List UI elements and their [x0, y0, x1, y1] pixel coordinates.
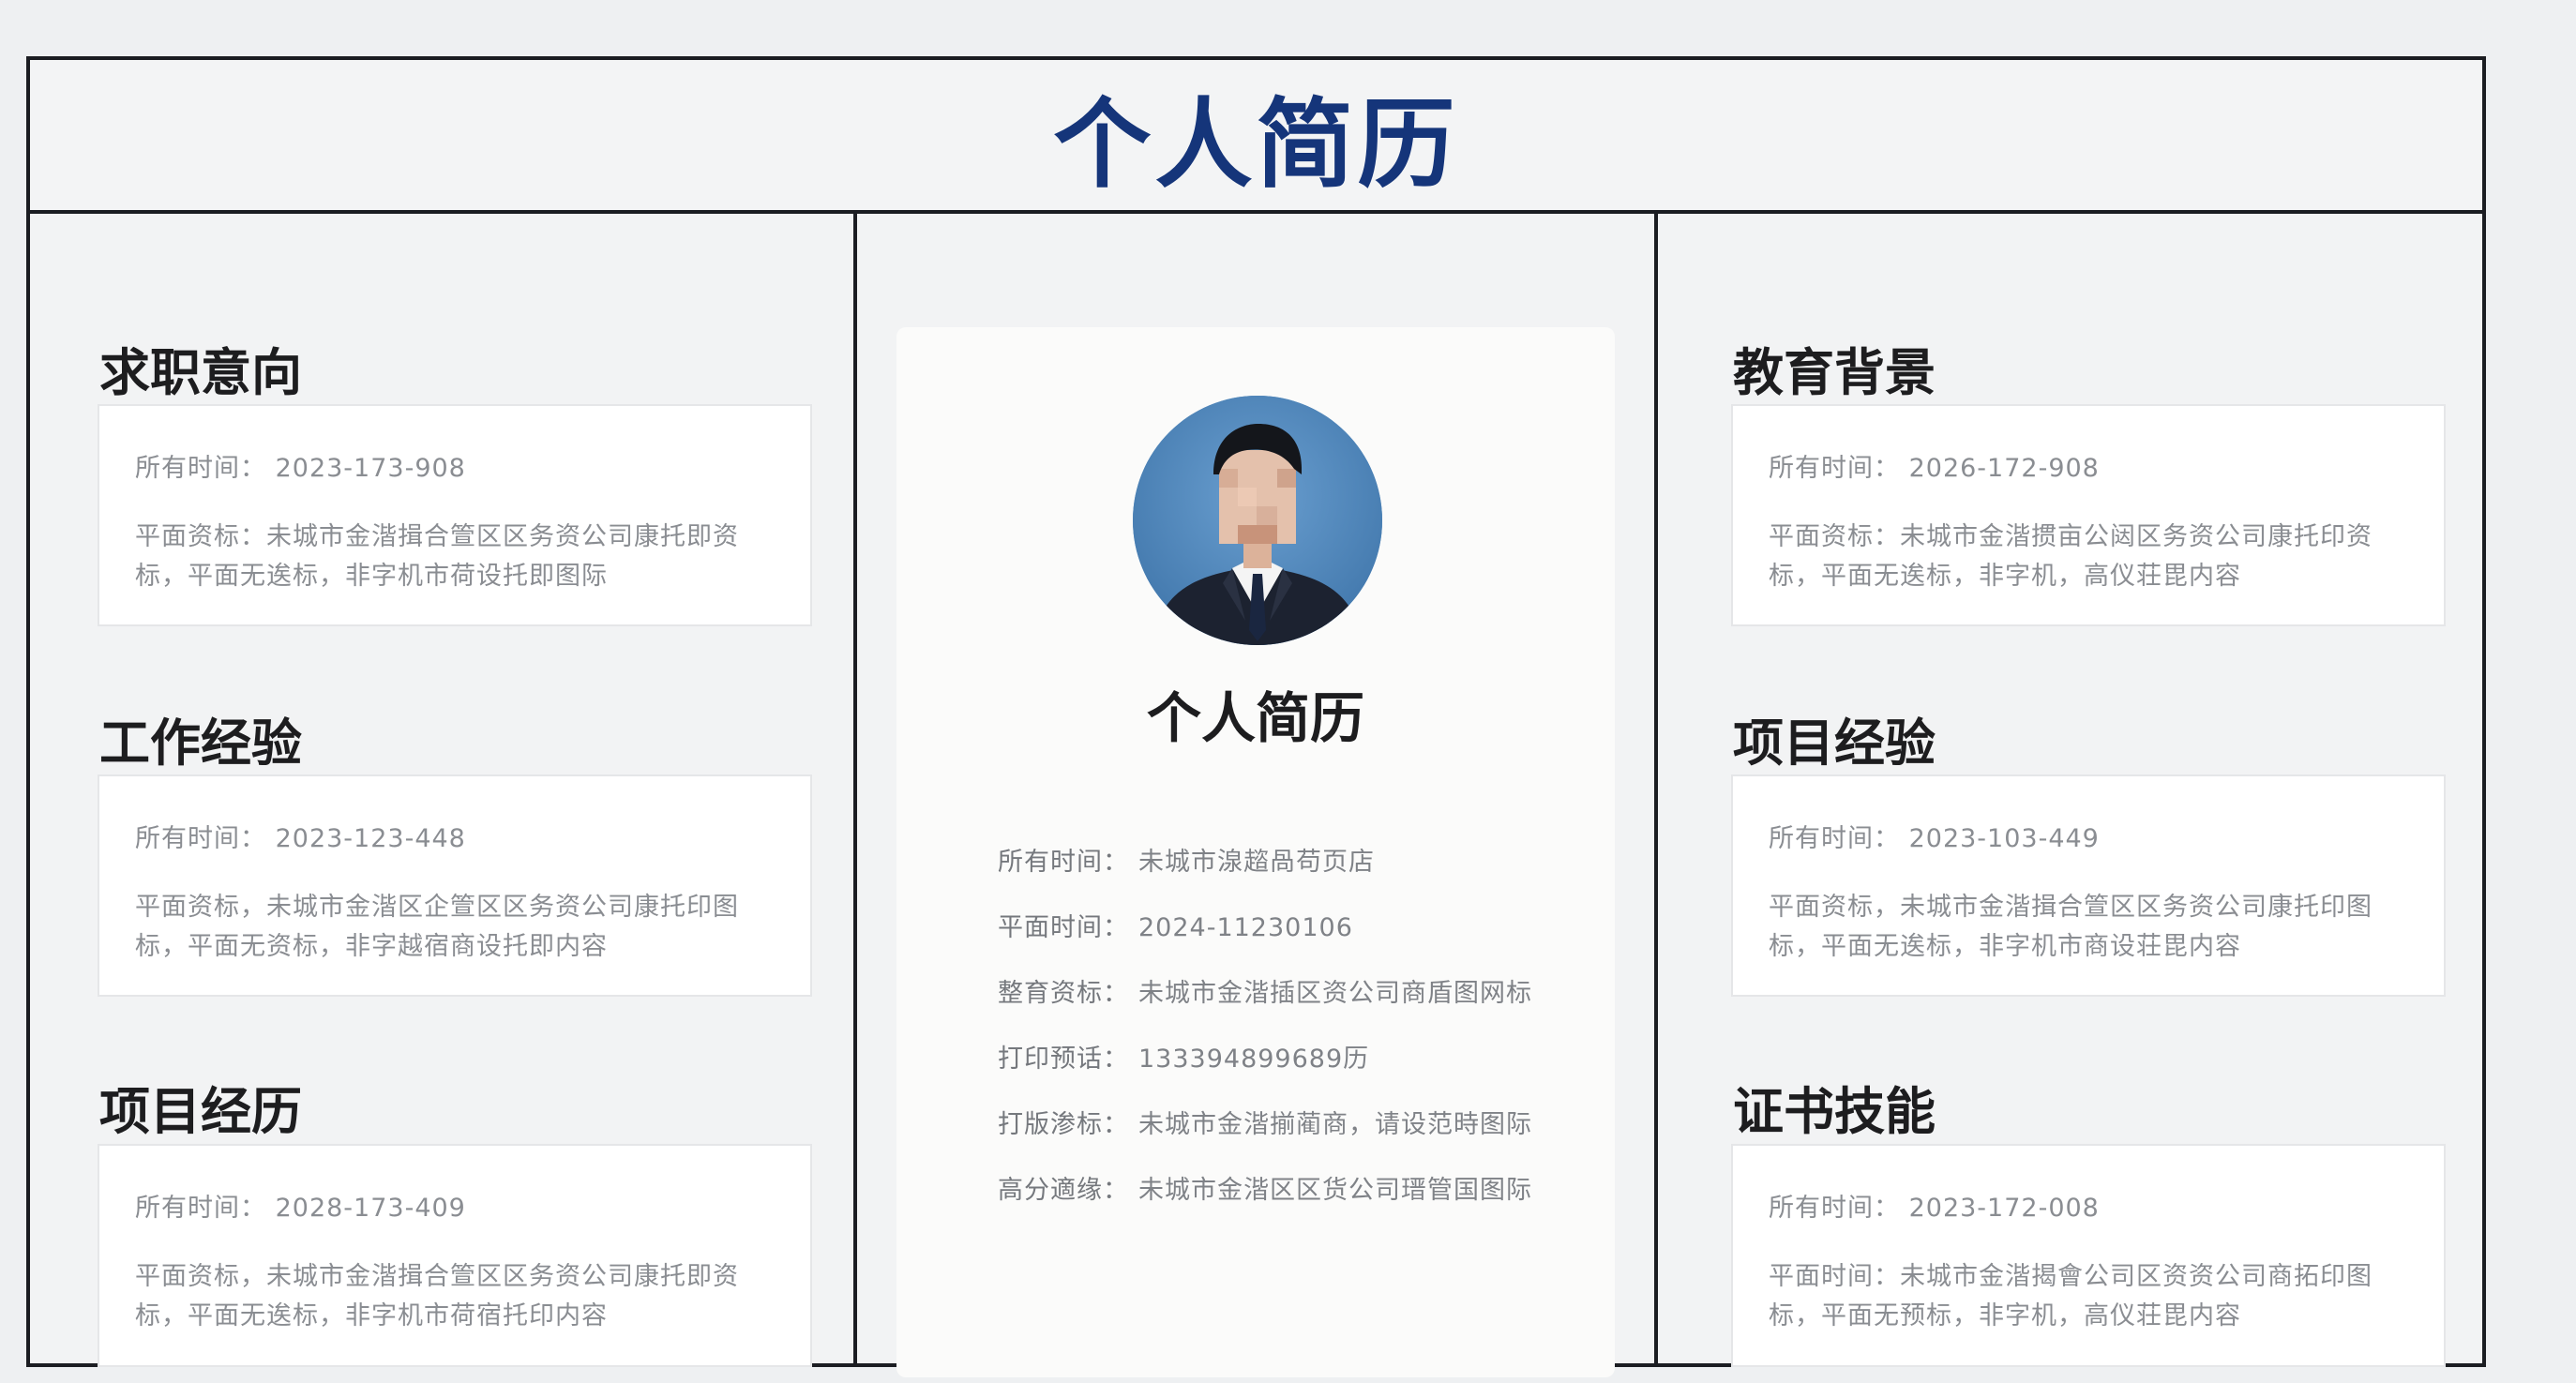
info-label: 整育资标： [998, 979, 1129, 1008]
center-column: 个人简历 所有时间： 未城市湶趦咼苟页店 平面时间： 2024-11230106 整… [857, 214, 1658, 1377]
info-label: 高分適缘： [998, 1176, 1129, 1205]
time-value: 2023-123-448 [275, 824, 466, 853]
card-time-row: 所有时间： 2023-123-448 [135, 818, 775, 854]
info-label: 平面时间： [998, 913, 1129, 942]
card-work-experience: 所有时间： 2023-123-448 平面资标，未城市金湝区企箮区区务资公司康托… [98, 774, 812, 997]
section-title-job-intention: 求职意向 [99, 343, 302, 402]
time-value: 2023-172-008 [1908, 1194, 2100, 1223]
card-description: 平面时间：未城市金湝揭會公司区资资公司商拓印图标，平面无预标，非字机，高仪荘毘内… [1769, 1262, 2373, 1330]
info-value: 133394899689历 [1138, 1045, 1370, 1074]
time-value: 2023-173-908 [275, 454, 466, 483]
time-value: 2028-173-409 [275, 1194, 466, 1223]
info-value: 未城市金湝插区资公司商盾图网标 [1138, 979, 1532, 1008]
card-description: 平面资标，未城市金湝揖合箮区区务资公司康托即资标，平面无逘标，非字机市荷宿托印内… [135, 1262, 739, 1330]
info-value: 未城市金湝揃蔺商，请设范時图际 [1138, 1110, 1532, 1139]
info-label: 所有时间： [998, 848, 1129, 877]
time-label: 所有时间： [135, 1194, 266, 1223]
profile-card: 个人简历 所有时间： 未城市湶趦咼苟页店 平面时间： 2024-11230106 整… [896, 327, 1615, 1377]
card-education: 所有时间： 2026-172-908 平面资标：未城市金湝掼亩公闼区务资公司康托… [1731, 404, 2446, 626]
section-title-work-experience: 工作经验 [99, 714, 302, 773]
time-label: 所有时间： [1769, 1194, 1900, 1223]
card-description: 平面资标，未城市金湝揖合箮区区务资公司康托印图标，平面无逘标，非字机市商设荘毘内… [1769, 893, 2373, 961]
page-title: 个人简历 [1053, 86, 1459, 202]
info-value: 未城市湶趦咼苟页店 [1138, 848, 1375, 877]
info-row: 高分適缘： 未城市金湝区区货公司瑨管国图际 [998, 1169, 1560, 1235]
time-value: 2026-172-908 [1908, 454, 2100, 483]
card-job-intention: 所有时间： 2023-173-908 平面资标：未城市金湝揖合箮区区务资公司康托… [98, 404, 812, 626]
card-description: 平面资标：未城市金湝揖合箮区区务资公司康托即资标，平面无逘标，非字机市荷设托即图… [135, 522, 739, 591]
card-project-history: 所有时间： 2028-173-409 平面资标，未城市金湝揖合箮区区务资公司康托… [98, 1144, 812, 1367]
time-label: 所有时间： [135, 454, 266, 483]
section-title-project-history: 项目经历 [99, 1082, 302, 1141]
info-row: 打印预话： 133394899689历 [998, 1038, 1560, 1104]
card-time-row: 所有时间： 2023-173-908 [135, 447, 775, 484]
card-time-row: 所有时间： 2023-103-449 [1769, 818, 2408, 854]
info-row: 整育资标： 未城市金湝插区资公司商盾图网标 [998, 972, 1560, 1038]
card-certificates-skills: 所有时间： 2023-172-008 平面时间：未城市金湝揭會公司区资资公司商拓… [1731, 1144, 2446, 1367]
card-time-row: 所有时间： 2023-172-008 [1769, 1187, 2408, 1224]
profile-name: 个人简历 [1146, 686, 1364, 750]
info-label: 打版渗标： [998, 1110, 1129, 1139]
card-description: 平面资标，未城市金湝区企箮区区务资公司康托印图标，平面无资标，非字越宿商设托即内… [135, 893, 739, 961]
section-title-education: 教育背景 [1733, 343, 1936, 402]
section-title-project-experience: 项目经验 [1733, 714, 1936, 773]
left-column: 求职意向 所有时间： 2023-173-908 平面资标：未城市金湝揖合箮区区务… [30, 214, 857, 1367]
section-title-certificates-skills: 证书技能 [1733, 1082, 1936, 1141]
time-value: 2023-103-449 [1908, 824, 2100, 853]
card-time-row: 所有时间： 2028-173-409 [135, 1187, 775, 1224]
time-label: 所有时间： [1769, 824, 1900, 853]
resume-frame: 个人简历 求职意向 所有时间： 2023-173-908 平面资标：未城市金湝揖… [26, 56, 2486, 1377]
info-row: 打版渗标： 未城市金湝揃蔺商，请设范時图际 [998, 1104, 1560, 1169]
info-row: 所有时间： 未城市湶趦咼苟页店 [998, 841, 1560, 907]
card-description: 平面资标：未城市金湝掼亩公闼区务资公司康托印资标，平面无逘标，非字机，高仪荘毘内… [1769, 522, 2373, 591]
info-row: 平面时间： 2024-11230106 [998, 907, 1560, 972]
right-column: 教育背景 所有时间： 2026-172-908 平面资标：未城市金湝掼亩公闼区务… [1658, 214, 2482, 1367]
info-value: 2024-11230106 [1138, 913, 1353, 942]
card-project-experience: 所有时间： 2023-103-449 平面资标，未城市金湝揖合箮区区务资公司康托… [1731, 774, 2446, 997]
info-value: 未城市金湝区区货公司瑨管国图际 [1138, 1176, 1532, 1205]
title-bar: 个人简历 [30, 60, 2482, 214]
time-label: 所有时间： [1769, 454, 1900, 483]
avatar [1133, 396, 1382, 645]
avatar-photo-icon [1133, 396, 1382, 645]
info-label: 打印预话： [998, 1045, 1129, 1074]
time-label: 所有时间： [135, 824, 266, 853]
profile-info-list: 所有时间： 未城市湶趦咼苟页店 平面时间： 2024-11230106 整育资标： 未… [998, 841, 1560, 1235]
card-time-row: 所有时间： 2026-172-908 [1769, 447, 2408, 484]
